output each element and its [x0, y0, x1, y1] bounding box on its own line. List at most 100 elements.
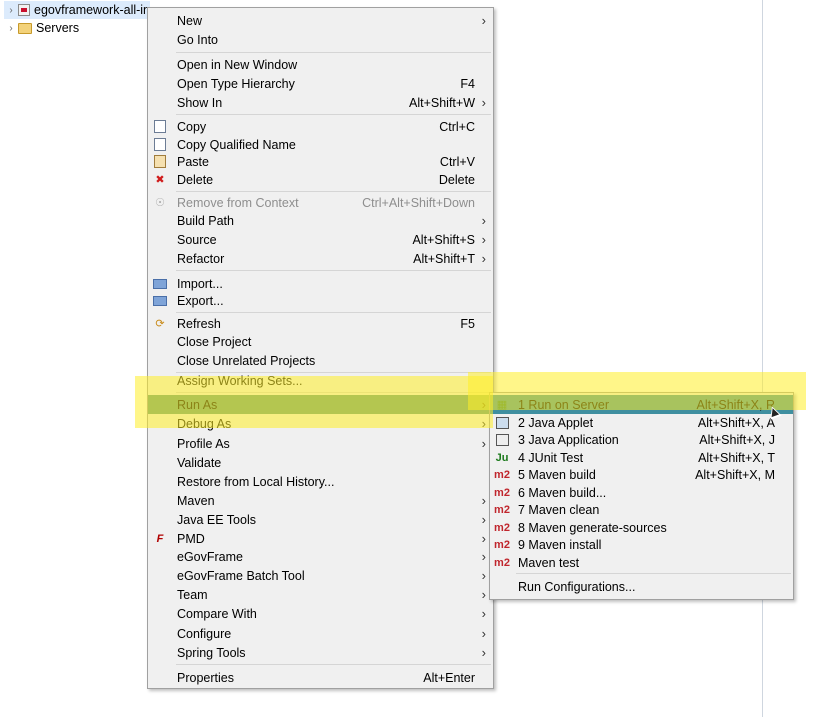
- menu-item-validate[interactable]: Validate: [148, 453, 493, 472]
- copy-qualified-icon: [153, 138, 167, 152]
- copy-icon: [153, 120, 167, 134]
- menu-item-label: Compare With: [177, 606, 257, 621]
- menu-item-open-type-hierarchy[interactable]: Open Type Hierarchy F4: [148, 74, 493, 93]
- menu-item-shortcut: Alt+Shift+W: [409, 95, 475, 110]
- menu-item-paste[interactable]: Paste Ctrl+V: [148, 152, 493, 171]
- export-icon: [153, 294, 167, 308]
- maven-icon: m2: [494, 521, 510, 534]
- menu-item-maven-clean[interactable]: m2 7 Maven clean: [490, 500, 793, 519]
- menu-item-close-unrelated[interactable]: Close Unrelated Projects: [148, 351, 493, 370]
- menu-item-maven[interactable]: Maven ›: [148, 491, 493, 510]
- menu-item-label: 5 Maven build: [518, 467, 596, 482]
- menu-item-shortcut: Alt+Shift+X, T: [698, 450, 775, 465]
- menu-item-label: Remove from Context: [177, 195, 299, 210]
- submenu-arrow-icon: ›: [481, 493, 486, 508]
- menu-separator: [176, 392, 491, 393]
- import-icon: [153, 277, 167, 291]
- menu-item-team[interactable]: Team ›: [148, 585, 493, 604]
- menu-item-egovframe-batch[interactable]: eGovFrame Batch Tool ›: [148, 566, 493, 585]
- menu-item-java-application[interactable]: 3 Java Application Alt+Shift+X, J: [490, 430, 793, 449]
- menu-item-shortcut: Ctrl+V: [439, 154, 475, 169]
- menu-item-label: Properties: [177, 670, 234, 685]
- submenu-arrow-icon: ›: [481, 397, 486, 412]
- project-icon: [18, 4, 30, 16]
- submenu-arrow-icon: ›: [481, 606, 486, 621]
- junit-icon: Ju: [495, 451, 509, 464]
- chevron-right-icon[interactable]: ›: [4, 5, 18, 16]
- submenu-arrow-icon: ›: [481, 645, 486, 660]
- menu-item-maven-test[interactable]: m2 Maven test: [490, 553, 793, 572]
- menu-item-go-into[interactable]: Go Into: [148, 30, 493, 49]
- menu-separator: [176, 312, 491, 313]
- pmd-icon: F: [156, 532, 164, 545]
- editor-divider: [762, 0, 763, 717]
- menu-item-export[interactable]: Export...: [148, 291, 493, 310]
- menu-item-shortcut: Alt+Enter: [423, 670, 475, 685]
- menu-item-new[interactable]: New ›: [148, 11, 493, 30]
- tree-item-servers[interactable]: › Servers: [4, 19, 79, 37]
- menu-item-label: Team: [177, 587, 208, 602]
- menu-item-label: eGovFrame: [177, 549, 243, 564]
- menu-item-shortcut: Alt+Shift+X, M: [695, 467, 775, 482]
- submenu-arrow-icon: ›: [481, 95, 486, 110]
- menu-item-assign-working-sets[interactable]: Assign Working Sets...: [148, 371, 493, 390]
- submenu-arrow-icon: ›: [481, 587, 486, 602]
- java-application-icon: [495, 433, 509, 447]
- menu-item-remove-from-context: ☉ Remove from Context Ctrl+Alt+Shift+Dow…: [148, 193, 493, 212]
- menu-item-label: eGovFrame Batch Tool: [177, 568, 305, 583]
- maven-icon: m2: [494, 556, 510, 569]
- menu-item-label: Validate: [177, 455, 222, 470]
- menu-item-spring-tools[interactable]: Spring Tools ›: [148, 643, 493, 662]
- chevron-right-icon[interactable]: ›: [4, 23, 18, 34]
- menu-item-label: Import...: [177, 276, 223, 291]
- submenu-arrow-icon: ›: [481, 13, 486, 28]
- menu-item-label: Restore from Local History...: [177, 474, 335, 489]
- menu-item-close-project[interactable]: Close Project: [148, 332, 493, 351]
- menu-item-copy[interactable]: Copy Ctrl+C: [148, 117, 493, 136]
- menu-item-compare-with[interactable]: Compare With ›: [148, 604, 493, 623]
- menu-item-pmd[interactable]: F PMD ›: [148, 529, 493, 548]
- menu-item-run-configurations[interactable]: Run Configurations...: [490, 577, 793, 596]
- menu-item-label: Maven: [177, 493, 215, 508]
- menu-item-label: Refresh: [177, 316, 221, 331]
- menu-item-java-ee-tools[interactable]: Java EE Tools ›: [148, 510, 493, 529]
- menu-item-open-new-window[interactable]: Open in New Window: [148, 55, 493, 74]
- menu-item-label: Show In: [177, 95, 223, 110]
- menu-item-maven-install[interactable]: m2 9 Maven install: [490, 535, 793, 554]
- tree-item-project[interactable]: › egovframework-all-in: [4, 1, 151, 19]
- submenu-arrow-icon: ›: [481, 251, 486, 266]
- menu-item-label: Configure: [177, 626, 232, 641]
- menu-item-profile-as[interactable]: Profile As ›: [148, 434, 493, 453]
- menu-item-label: New: [177, 13, 203, 28]
- maven-icon: m2: [494, 538, 510, 551]
- menu-item-label: Open in New Window: [177, 57, 298, 72]
- menu-separator: [176, 664, 491, 665]
- menu-item-configure[interactable]: Configure ›: [148, 624, 493, 643]
- menu-item-restore-history[interactable]: Restore from Local History...: [148, 472, 493, 491]
- menu-item-debug-as[interactable]: Debug As ›: [148, 414, 493, 433]
- menu-item-egovframe[interactable]: eGovFrame ›: [148, 547, 493, 566]
- menu-item-shortcut: F5: [460, 316, 475, 331]
- menu-item-run-on-server[interactable]: ▦ 1 Run on Server Alt+Shift+X, R: [490, 395, 793, 414]
- menu-item-delete[interactable]: ✖ Delete Delete: [148, 170, 493, 189]
- menu-item-properties[interactable]: Properties Alt+Enter: [148, 668, 493, 687]
- menu-item-build-path[interactable]: Build Path ›: [148, 211, 493, 230]
- menu-item-label: Close Project: [177, 334, 252, 349]
- menu-item-maven-build[interactable]: m2 5 Maven build Alt+Shift+X, M: [490, 465, 793, 484]
- maven-icon: m2: [494, 468, 510, 481]
- menu-item-source[interactable]: Source Alt+Shift+S ›: [148, 230, 493, 249]
- menu-item-refactor[interactable]: Refactor Alt+Shift+T ›: [148, 249, 493, 268]
- context-menu: New › Go Into Open in New Window Open Ty…: [147, 7, 494, 689]
- menu-separator: [176, 52, 491, 53]
- menu-item-run-as[interactable]: Run As ›: [148, 395, 493, 414]
- menu-item-shortcut: F4: [460, 76, 475, 91]
- tree-item-label: egovframework-all-in: [34, 3, 151, 17]
- menu-item-label: Maven test: [518, 555, 580, 570]
- folder-icon: [18, 22, 32, 34]
- menu-item-show-in[interactable]: Show In Alt+Shift+W ›: [148, 93, 493, 112]
- menu-item-refresh[interactable]: ⟳ Refresh F5: [148, 314, 493, 333]
- menu-item-label: 6 Maven build...: [518, 485, 607, 500]
- menu-item-label: Java EE Tools: [177, 512, 256, 527]
- java-applet-icon: [495, 416, 509, 430]
- paste-icon: [153, 155, 167, 169]
